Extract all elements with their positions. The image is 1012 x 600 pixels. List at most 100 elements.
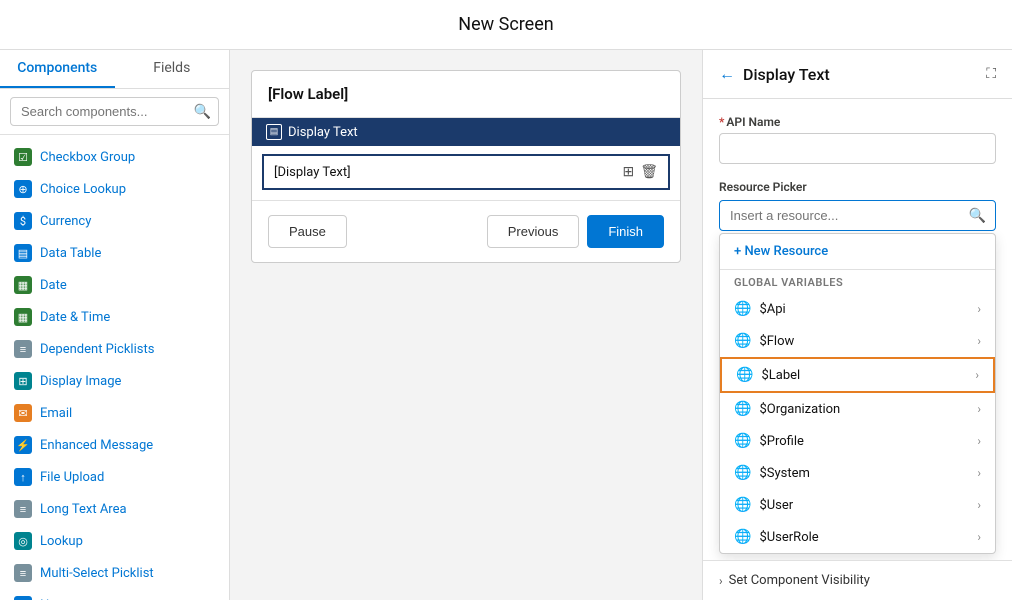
display-text-bar-icon: ▤ bbox=[266, 124, 282, 140]
panel-footer: › Set Component Visibility bbox=[703, 560, 1012, 600]
dropdown-item-flow-left: 🌐 $Flow bbox=[734, 333, 794, 349]
checkbox-group-icon: ☑ bbox=[14, 148, 32, 166]
finish-button[interactable]: Finish bbox=[587, 215, 664, 248]
sidebar: Components Fields 🔍 ☑ Checkbox Group ⊕ C… bbox=[0, 50, 230, 600]
globe-icon-system: 🌐 bbox=[734, 465, 751, 481]
dropdown-item-user[interactable]: 🌐 $User › bbox=[720, 489, 995, 521]
component-bar: ▤ Display Text bbox=[252, 118, 680, 146]
component-bar-label: Display Text bbox=[288, 125, 358, 140]
expand-icon[interactable]: ⛶ bbox=[986, 66, 996, 82]
screen-buttons: Pause Previous Finish bbox=[252, 200, 680, 262]
panel-body: *API Name Resource Picker 🔍 + New Resour… bbox=[703, 99, 1012, 560]
panel-title: Display Text bbox=[743, 65, 830, 84]
sidebar-item-label: Display Image bbox=[40, 374, 121, 389]
sidebar-item-currency[interactable]: $ Currency bbox=[0, 205, 229, 237]
sidebar-item-dependent-picklists[interactable]: ≡ Dependent Picklists bbox=[0, 333, 229, 365]
sidebar-item-label: Date bbox=[40, 278, 67, 293]
sidebar-item-multi-select-picklist[interactable]: ≡ Multi-Select Picklist bbox=[0, 557, 229, 589]
sidebar-item-date[interactable]: ▦ Date bbox=[0, 269, 229, 301]
dropdown-item-api[interactable]: 🌐 $Api › bbox=[720, 293, 995, 325]
chevron-right-icon-flow: › bbox=[977, 334, 981, 348]
dropdown-item-label[interactable]: 🌐 $Label › bbox=[720, 357, 995, 393]
chevron-right-icon-user: › bbox=[977, 498, 981, 512]
set-visibility[interactable]: › Set Component Visibility bbox=[719, 573, 996, 588]
lookup-icon: ◎ bbox=[14, 532, 32, 550]
sidebar-item-label: Data Table bbox=[40, 246, 101, 261]
chevron-right-icon-profile: › bbox=[977, 434, 981, 448]
delete-icon[interactable]: 🗑 bbox=[640, 164, 658, 180]
sidebar-list: ☑ Checkbox Group ⊕ Choice Lookup $ Curre… bbox=[0, 135, 229, 600]
sidebar-item-date-time[interactable]: ▦ Date & Time bbox=[0, 301, 229, 333]
dropdown-label-flow: $Flow bbox=[759, 334, 794, 349]
dropdown-label-organization: $Organization bbox=[759, 402, 840, 417]
display-text-actions: ⊞ 🗑 bbox=[622, 164, 658, 180]
globe-icon-api: 🌐 bbox=[734, 301, 751, 317]
screen-frame: [Flow Label] ▤ Display Text [Display Tex… bbox=[251, 70, 681, 263]
globe-icon-user: 🌐 bbox=[734, 497, 751, 513]
date-time-icon: ▦ bbox=[14, 308, 32, 326]
new-resource-item[interactable]: + New Resource bbox=[720, 234, 995, 270]
global-variables-label: Global Variables bbox=[720, 270, 995, 293]
tab-components[interactable]: Components bbox=[0, 50, 115, 88]
resource-search-input[interactable] bbox=[719, 200, 996, 231]
api-name-label: *API Name bbox=[719, 115, 996, 129]
chevron-right-icon-organization: › bbox=[977, 402, 981, 416]
sidebar-item-name[interactable]: A Name bbox=[0, 589, 229, 600]
name-icon: A bbox=[14, 596, 32, 600]
sidebar-item-label: Checkbox Group bbox=[40, 150, 135, 165]
sidebar-item-label: Lookup bbox=[40, 534, 83, 549]
sidebar-item-email[interactable]: ✉ Email bbox=[0, 397, 229, 429]
back-arrow-icon[interactable]: ← bbox=[719, 64, 735, 84]
dependent-picklists-icon: ≡ bbox=[14, 340, 32, 358]
sidebar-item-file-upload[interactable]: ↑ File Upload bbox=[0, 461, 229, 493]
display-text-row[interactable]: [Display Text] ⊞ 🗑 bbox=[262, 154, 670, 190]
move-icon[interactable]: ⊞ bbox=[622, 164, 634, 180]
sidebar-item-data-table[interactable]: ▤ Data Table bbox=[0, 237, 229, 269]
api-name-input[interactable] bbox=[719, 133, 996, 164]
sidebar-item-display-image[interactable]: ⊞ Display Image bbox=[0, 365, 229, 397]
dropdown-item-api-left: 🌐 $Api bbox=[734, 301, 786, 317]
set-visibility-chevron-icon: › bbox=[719, 574, 723, 588]
sidebar-item-label: Dependent Picklists bbox=[40, 342, 154, 357]
globe-icon-profile: 🌐 bbox=[734, 433, 751, 449]
dropdown-item-flow[interactable]: 🌐 $Flow › bbox=[720, 325, 995, 357]
app-container: New Screen Components Fields 🔍 ☑ Checkbo… bbox=[0, 0, 1012, 600]
data-table-icon: ▤ bbox=[14, 244, 32, 262]
dropdown-item-profile[interactable]: 🌐 $Profile › bbox=[720, 425, 995, 457]
dropdown-item-userrole-left: 🌐 $UserRole bbox=[734, 529, 819, 545]
flow-label: [Flow Label] bbox=[252, 71, 680, 118]
sidebar-item-enhanced-message[interactable]: ⚡ Enhanced Message bbox=[0, 429, 229, 461]
globe-icon-userrole: 🌐 bbox=[734, 529, 751, 545]
globe-icon-flow: 🌐 bbox=[734, 333, 751, 349]
chevron-right-icon-userrole: › bbox=[977, 530, 981, 544]
dropdown-item-system-left: 🌐 $System bbox=[734, 465, 810, 481]
dropdown-item-organization-left: 🌐 $Organization bbox=[734, 401, 840, 417]
dropdown-item-organization[interactable]: 🌐 $Organization › bbox=[720, 393, 995, 425]
sidebar-item-label: Choice Lookup bbox=[40, 182, 126, 197]
search-input[interactable] bbox=[10, 97, 219, 126]
sidebar-item-choice-lookup[interactable]: ⊕ Choice Lookup bbox=[0, 173, 229, 205]
previous-button[interactable]: Previous bbox=[487, 215, 580, 248]
email-icon: ✉ bbox=[14, 404, 32, 422]
globe-icon-label: 🌐 bbox=[736, 367, 753, 383]
resource-search-icon: 🔍 bbox=[969, 208, 986, 224]
dropdown-label-profile: $Profile bbox=[759, 434, 803, 449]
long-text-area-icon: ≡ bbox=[14, 500, 32, 518]
display-image-icon: ⊞ bbox=[14, 372, 32, 390]
sidebar-item-long-text-area[interactable]: ≡ Long Text Area bbox=[0, 493, 229, 525]
sidebar-item-label: Long Text Area bbox=[40, 502, 127, 517]
sidebar-item-checkbox-group[interactable]: ☑ Checkbox Group bbox=[0, 141, 229, 173]
dropdown-item-system[interactable]: 🌐 $System › bbox=[720, 457, 995, 489]
right-panel: ← Display Text ⛶ *API Name Resource Pick… bbox=[702, 50, 1012, 600]
choice-lookup-icon: ⊕ bbox=[14, 180, 32, 198]
dropdown-item-label-left: 🌐 $Label bbox=[736, 367, 800, 383]
page-header: New Screen bbox=[0, 0, 1012, 50]
page-title: New Screen bbox=[458, 14, 553, 35]
tab-fields[interactable]: Fields bbox=[115, 50, 230, 88]
sidebar-item-lookup[interactable]: ◎ Lookup bbox=[0, 525, 229, 557]
dropdown-label-api: $Api bbox=[759, 302, 785, 317]
dropdown-item-userrole[interactable]: 🌐 $UserRole › bbox=[720, 521, 995, 553]
set-visibility-label: Set Component Visibility bbox=[729, 573, 870, 588]
enhanced-message-icon: ⚡ bbox=[14, 436, 32, 454]
pause-button[interactable]: Pause bbox=[268, 215, 347, 248]
